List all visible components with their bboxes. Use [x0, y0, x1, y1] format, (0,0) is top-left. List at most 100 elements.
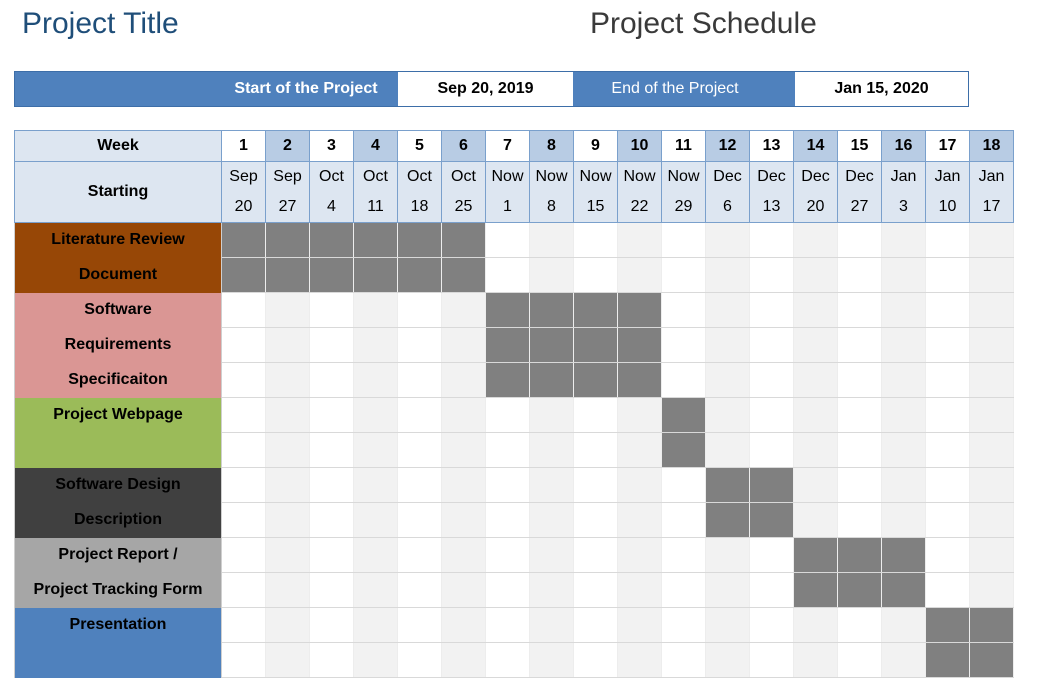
gantt-grid-cell[interactable]: [353, 292, 398, 328]
gantt-grid-cell[interactable]: [529, 397, 574, 433]
gantt-grid-cell[interactable]: [265, 467, 310, 503]
gantt-grid-cell[interactable]: [705, 572, 750, 608]
gantt-bar-cell[interactable]: [353, 257, 398, 293]
gantt-grid-cell[interactable]: [309, 502, 354, 538]
gantt-bar-cell[interactable]: [793, 572, 838, 608]
gantt-grid-cell[interactable]: [881, 502, 926, 538]
gantt-grid-cell[interactable]: [441, 607, 486, 643]
gantt-grid-cell[interactable]: [705, 432, 750, 468]
gantt-grid-cell[interactable]: [309, 537, 354, 573]
gantt-grid-cell[interactable]: [485, 257, 530, 293]
gantt-grid-cell[interactable]: [749, 292, 794, 328]
gantt-grid-cell[interactable]: [221, 502, 266, 538]
gantt-grid-cell[interactable]: [969, 292, 1014, 328]
gantt-grid-cell[interactable]: [705, 222, 750, 258]
gantt-bar-cell[interactable]: [925, 642, 970, 678]
gantt-grid-cell[interactable]: [309, 607, 354, 643]
end-date-field[interactable]: Jan 15, 2020: [795, 72, 968, 106]
gantt-grid-cell[interactable]: [969, 502, 1014, 538]
task-label-web[interactable]: [14, 432, 222, 468]
gantt-grid-cell[interactable]: [397, 362, 442, 398]
gantt-grid-cell[interactable]: [353, 432, 398, 468]
gantt-grid-cell[interactable]: [661, 257, 706, 293]
gantt-grid-cell[interactable]: [309, 397, 354, 433]
gantt-grid-cell[interactable]: [661, 572, 706, 608]
gantt-grid-cell[interactable]: [793, 292, 838, 328]
gantt-bar-cell[interactable]: [485, 327, 530, 363]
task-label-srs[interactable]: Specificaiton: [14, 362, 222, 398]
gantt-grid-cell[interactable]: [353, 537, 398, 573]
gantt-grid-cell[interactable]: [617, 642, 662, 678]
gantt-grid-cell[interactable]: [573, 432, 618, 468]
gantt-bar-cell[interactable]: [749, 502, 794, 538]
gantt-grid-cell[interactable]: [485, 502, 530, 538]
gantt-grid-cell[interactable]: [881, 327, 926, 363]
gantt-grid-cell[interactable]: [265, 642, 310, 678]
gantt-grid-cell[interactable]: [485, 607, 530, 643]
gantt-bar-cell[interactable]: [793, 537, 838, 573]
gantt-grid-cell[interactable]: [881, 397, 926, 433]
gantt-grid-cell[interactable]: [353, 642, 398, 678]
task-label-lit[interactable]: Literature Review: [14, 222, 222, 258]
gantt-grid-cell[interactable]: [529, 572, 574, 608]
gantt-bar-cell[interactable]: [221, 257, 266, 293]
gantt-grid-cell[interactable]: [661, 502, 706, 538]
gantt-grid-cell[interactable]: [265, 327, 310, 363]
gantt-grid-cell[interactable]: [397, 467, 442, 503]
gantt-grid-cell[interactable]: [925, 432, 970, 468]
gantt-grid-cell[interactable]: [529, 257, 574, 293]
gantt-bar-cell[interactable]: [485, 292, 530, 328]
gantt-grid-cell[interactable]: [749, 642, 794, 678]
gantt-bar-cell[interactable]: [353, 222, 398, 258]
gantt-grid-cell[interactable]: [837, 467, 882, 503]
gantt-grid-cell[interactable]: [969, 467, 1014, 503]
gantt-grid-cell[interactable]: [793, 362, 838, 398]
task-label-sdd[interactable]: Description: [14, 502, 222, 538]
gantt-bar-cell[interactable]: [397, 222, 442, 258]
gantt-grid-cell[interactable]: [573, 502, 618, 538]
task-label-sdd[interactable]: Software Design: [14, 467, 222, 503]
gantt-grid-cell[interactable]: [617, 572, 662, 608]
gantt-grid-cell[interactable]: [221, 537, 266, 573]
gantt-grid-cell[interactable]: [441, 642, 486, 678]
gantt-grid-cell[interactable]: [573, 572, 618, 608]
gantt-grid-cell[interactable]: [661, 537, 706, 573]
gantt-grid-cell[interactable]: [397, 397, 442, 433]
gantt-grid-cell[interactable]: [221, 292, 266, 328]
gantt-grid-cell[interactable]: [793, 607, 838, 643]
gantt-grid-cell[interactable]: [221, 467, 266, 503]
gantt-grid-cell[interactable]: [617, 432, 662, 468]
gantt-grid-cell[interactable]: [837, 362, 882, 398]
gantt-grid-cell[interactable]: [573, 257, 618, 293]
gantt-grid-cell[interactable]: [617, 537, 662, 573]
gantt-bar-cell[interactable]: [309, 222, 354, 258]
gantt-grid-cell[interactable]: [265, 607, 310, 643]
gantt-bar-cell[interactable]: [617, 362, 662, 398]
gantt-bar-cell[interactable]: [881, 572, 926, 608]
gantt-grid-cell[interactable]: [221, 432, 266, 468]
gantt-grid-cell[interactable]: [529, 537, 574, 573]
gantt-grid-cell[interactable]: [265, 502, 310, 538]
gantt-grid-cell[interactable]: [397, 607, 442, 643]
gantt-grid-cell[interactable]: [397, 502, 442, 538]
gantt-bar-cell[interactable]: [837, 537, 882, 573]
gantt-grid-cell[interactable]: [749, 257, 794, 293]
gantt-grid-cell[interactable]: [969, 222, 1014, 258]
gantt-grid-cell[interactable]: [925, 362, 970, 398]
gantt-grid-cell[interactable]: [485, 222, 530, 258]
gantt-grid-cell[interactable]: [265, 292, 310, 328]
gantt-grid-cell[interactable]: [881, 467, 926, 503]
task-label-rep[interactable]: Project Report /: [14, 537, 222, 573]
gantt-grid-cell[interactable]: [529, 222, 574, 258]
gantt-grid-cell[interactable]: [793, 257, 838, 293]
gantt-grid-cell[interactable]: [969, 257, 1014, 293]
gantt-grid-cell[interactable]: [353, 607, 398, 643]
gantt-grid-cell[interactable]: [793, 222, 838, 258]
gantt-bar-cell[interactable]: [221, 222, 266, 258]
gantt-grid-cell[interactable]: [221, 572, 266, 608]
gantt-bar-cell[interactable]: [397, 257, 442, 293]
gantt-grid-cell[interactable]: [837, 292, 882, 328]
gantt-bar-cell[interactable]: [573, 327, 618, 363]
gantt-grid-cell[interactable]: [837, 607, 882, 643]
gantt-grid-cell[interactable]: [353, 502, 398, 538]
